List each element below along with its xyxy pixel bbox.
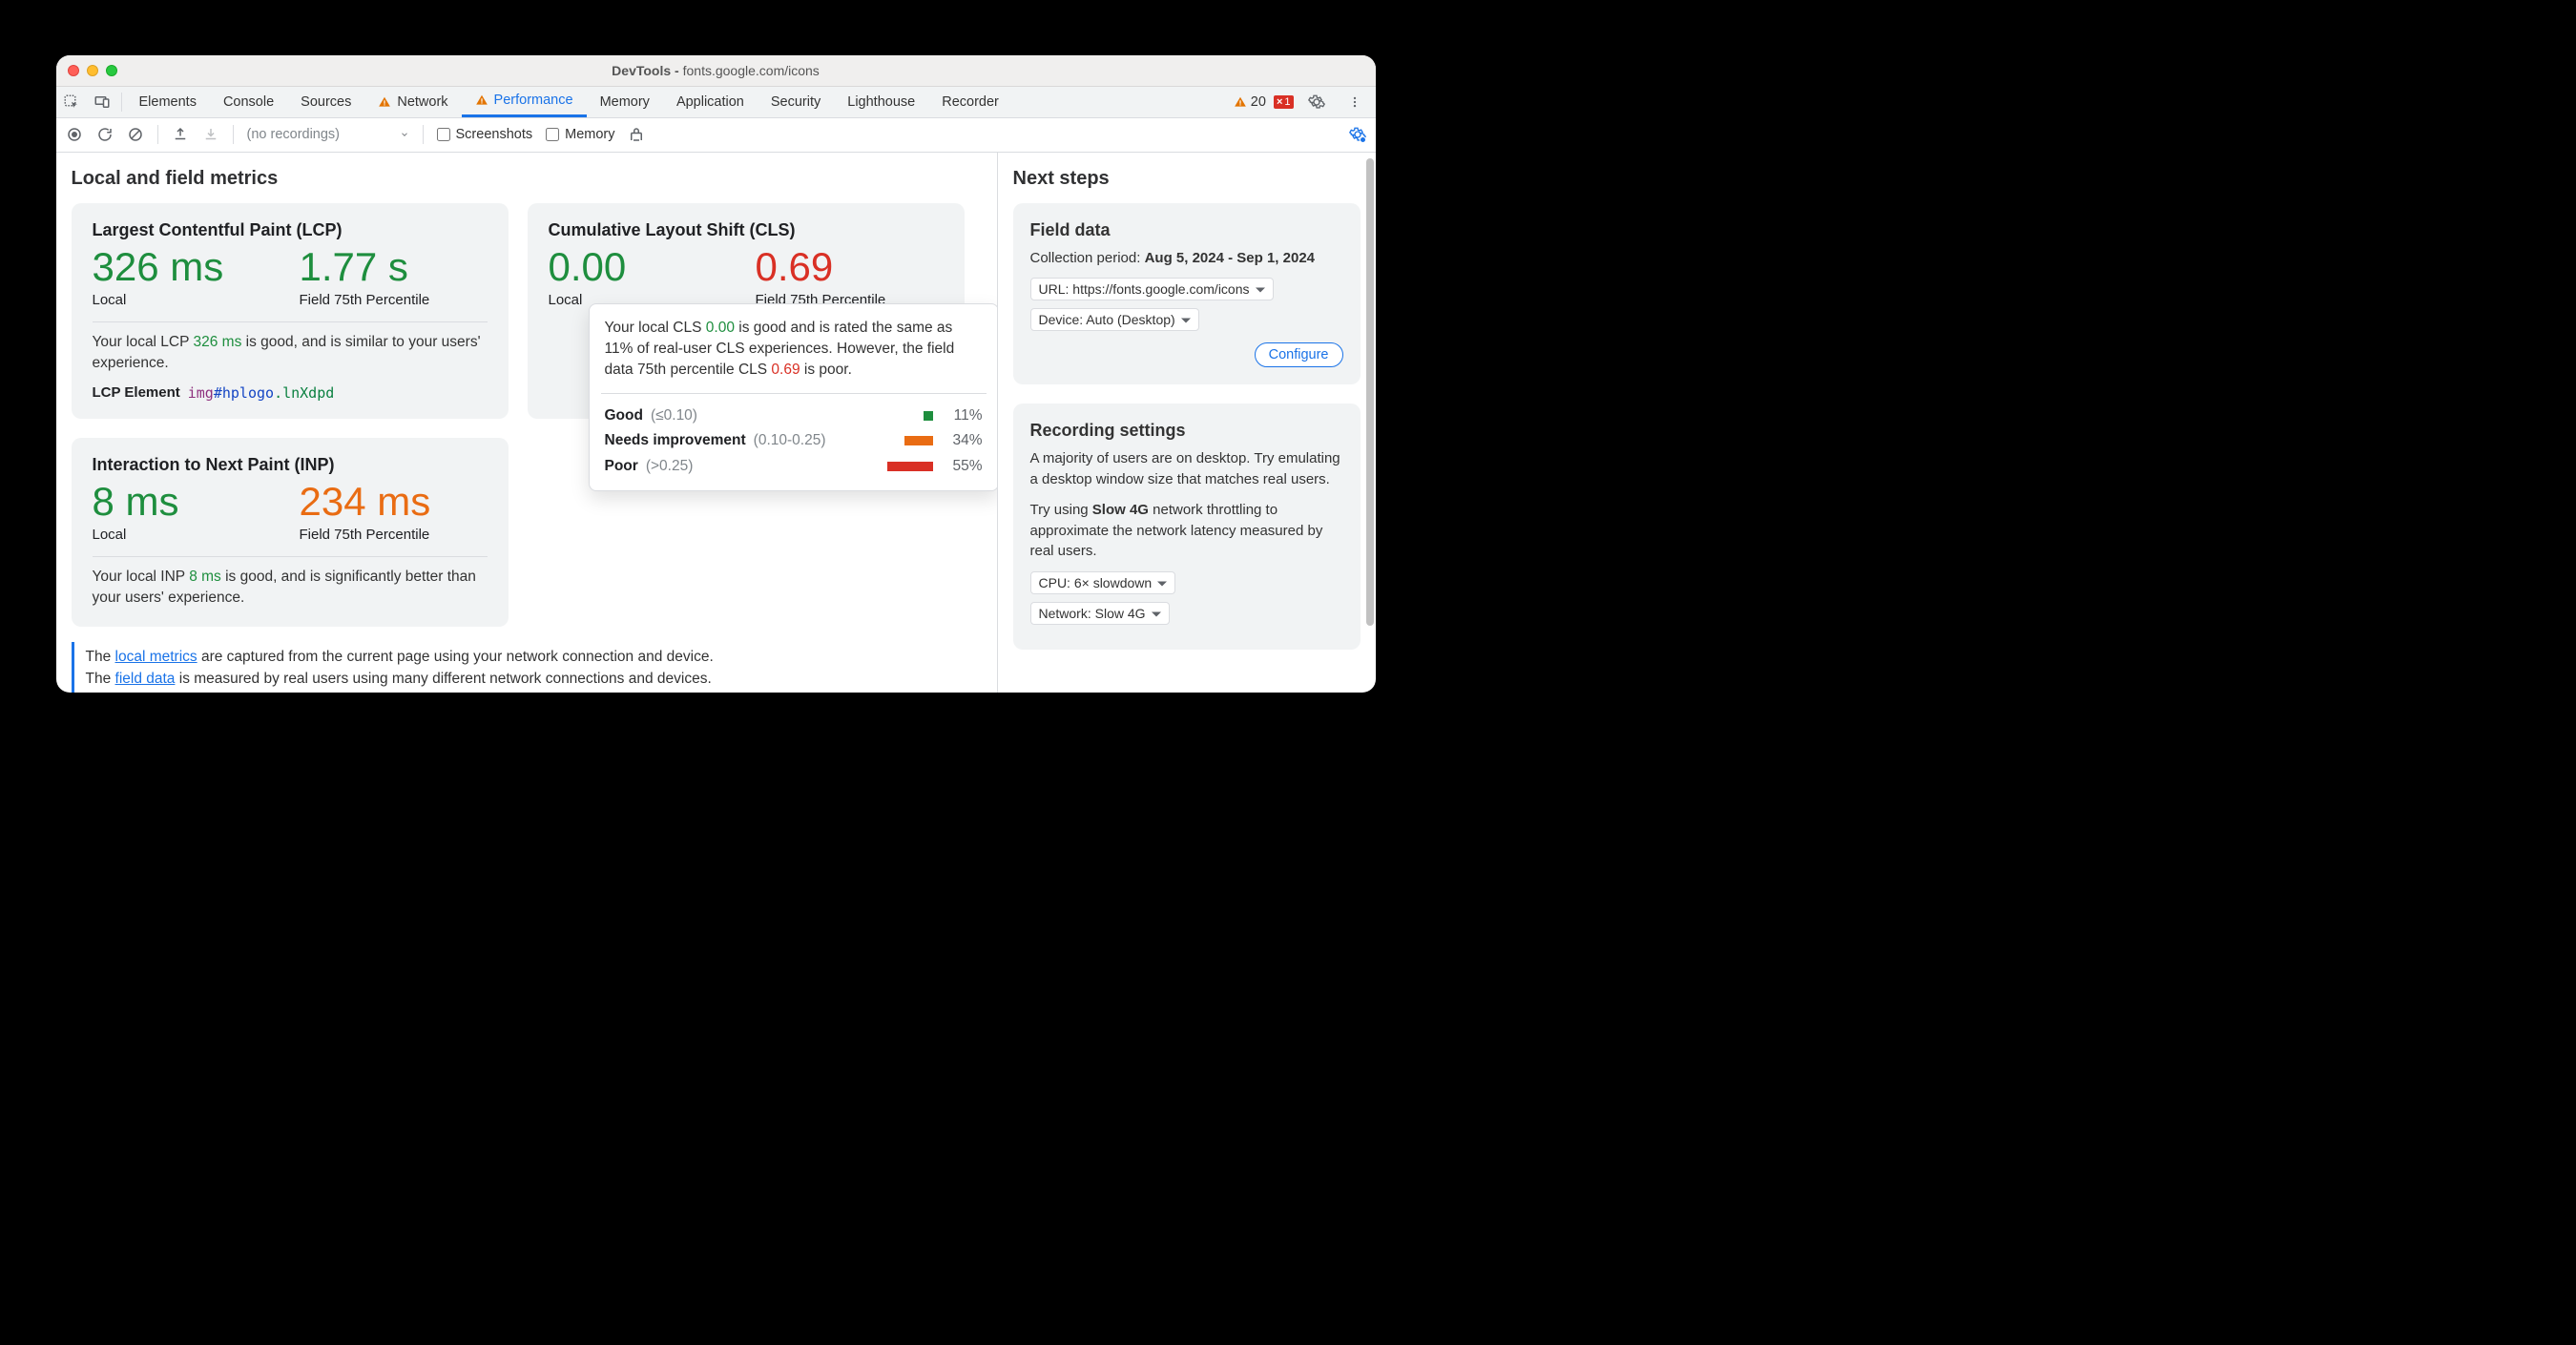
upload-button[interactable]	[172, 126, 189, 143]
tab-elements[interactable]: Elements	[126, 87, 210, 117]
record-button[interactable]	[66, 126, 83, 143]
lcp-local-label: Local	[93, 292, 280, 308]
inp-card: Interaction to Next Paint (INP) 8 ms Loc…	[72, 438, 509, 627]
bar-good	[924, 411, 933, 421]
collect-garbage-button[interactable]	[628, 126, 645, 143]
tab-memory[interactable]: Memory	[587, 87, 663, 117]
field-data-link[interactable]: field data	[115, 671, 176, 687]
scrollbar[interactable]	[1366, 158, 1374, 673]
traffic-lights	[68, 65, 173, 76]
title-app: DevTools	[612, 63, 671, 78]
inp-local-label: Local	[93, 527, 280, 543]
settings-gear-icon[interactable]	[1301, 93, 1332, 111]
inp-field-label: Field 75th Percentile	[300, 527, 488, 543]
clear-button[interactable]	[127, 126, 144, 143]
lcp-title: Largest Contentful Paint (LCP)	[93, 220, 488, 240]
recording-settings-card: Recording settings A majority of users a…	[1013, 404, 1361, 650]
main-panel: Local and field metrics Largest Contentf…	[56, 153, 997, 693]
cpu-throttle-select[interactable]: CPU: 6× slowdown	[1030, 571, 1176, 594]
panel-settings-icon[interactable]	[1349, 126, 1366, 143]
field-data-card: Field data Collection period: Aug 5, 202…	[1013, 203, 1361, 385]
minimize-button[interactable]	[87, 65, 98, 76]
hist-row-ni: Needs improvement (0.10-0.25) 34%	[605, 428, 983, 453]
cls-local-value: 0.00	[549, 246, 737, 288]
side-heading: Next steps	[1013, 168, 1361, 190]
close-button[interactable]	[68, 65, 79, 76]
device-toggle-icon[interactable]	[87, 87, 117, 117]
zoom-button[interactable]	[106, 65, 117, 76]
bar-ni	[904, 436, 933, 445]
lcp-card: Largest Contentful Paint (LCP) 326 ms Lo…	[72, 203, 509, 419]
memory-checkbox[interactable]: Memory	[546, 127, 614, 142]
configure-button[interactable]: Configure	[1255, 342, 1343, 367]
lcp-description: Your local LCP 326 ms is good, and is si…	[93, 332, 488, 375]
scroll-thumb[interactable]	[1366, 158, 1374, 626]
local-metrics-link[interactable]: local metrics	[115, 649, 197, 665]
screenshots-checkbox[interactable]: Screenshots	[437, 127, 533, 142]
inp-title: Interaction to Next Paint (INP)	[93, 455, 488, 475]
url-select[interactable]: URL: https://fonts.google.com/icons	[1030, 278, 1274, 300]
cls-distribution-popover: Your local CLS 0.00 is good and is rated…	[589, 303, 997, 491]
window-title: DevTools - fonts.google.com/icons	[173, 63, 1259, 78]
tab-lighthouse[interactable]: Lighthouse	[834, 87, 928, 117]
titlebar: DevTools - fonts.google.com/icons	[56, 55, 1376, 87]
issues-warning-count[interactable]: 20	[1234, 94, 1266, 110]
hist-row-poor: Poor (>0.25) 55%	[605, 454, 983, 479]
metrics-footnote: The local metrics are captured from the …	[72, 642, 982, 693]
main-heading: Local and field metrics	[72, 168, 982, 190]
lcp-local-value: 326 ms	[93, 246, 280, 288]
reload-record-button[interactable]	[96, 126, 114, 143]
tab-recorder[interactable]: Recorder	[928, 87, 1012, 117]
lcp-field-label: Field 75th Percentile	[300, 292, 488, 308]
warning-icon	[378, 95, 391, 109]
cls-title: Cumulative Layout Shift (CLS)	[549, 220, 944, 240]
tab-performance[interactable]: Performance	[462, 87, 587, 117]
devtools-tabbar: Elements Console Sources Network Perform…	[56, 87, 1376, 118]
lcp-field-value: 1.77 s	[300, 246, 488, 288]
recordings-dropdown[interactable]: (no recordings)	[247, 127, 409, 142]
network-throttle-select[interactable]: Network: Slow 4G	[1030, 602, 1170, 625]
device-select[interactable]: Device: Auto (Desktop)	[1030, 308, 1199, 331]
inspect-icon[interactable]	[56, 87, 87, 117]
devtools-window: DevTools - fonts.google.com/icons Elemen…	[56, 55, 1376, 693]
performance-toolbar: (no recordings) Screenshots Memory	[56, 118, 1376, 153]
download-button[interactable]	[202, 126, 219, 143]
tab-console[interactable]: Console	[210, 87, 287, 117]
tab-network[interactable]: Network	[364, 87, 461, 117]
warning-icon	[1234, 95, 1247, 109]
cls-field-value: 0.69	[756, 246, 944, 288]
bar-poor	[887, 462, 933, 471]
inp-description: Your local INP 8 ms is good, and is sign…	[93, 567, 488, 610]
inp-local-value: 8 ms	[93, 481, 280, 523]
tab-security[interactable]: Security	[758, 87, 834, 117]
title-url: fonts.google.com/icons	[683, 63, 820, 78]
inp-field-value: 234 ms	[300, 481, 488, 523]
tab-sources[interactable]: Sources	[287, 87, 364, 117]
lcp-element-row[interactable]: LCP Element img#hplogo.lnXdpd	[93, 384, 488, 402]
hist-row-good: Good (≤0.10) 11%	[605, 404, 983, 428]
next-steps-panel: Next steps Field data Collection period:…	[997, 153, 1376, 693]
tab-application[interactable]: Application	[663, 87, 758, 117]
issues-error-count[interactable]: ×1	[1274, 95, 1294, 109]
more-menu-icon[interactable]	[1340, 93, 1370, 111]
warning-icon	[475, 93, 488, 107]
